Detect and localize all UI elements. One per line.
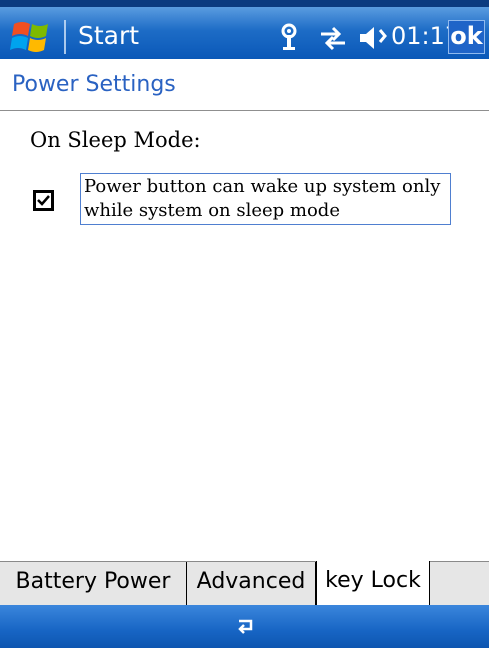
- title-bar: Start 01:17 ok: [0, 0, 489, 59]
- tab-strip: Battery Power Advanced key Lock: [0, 561, 489, 606]
- title-separator: [64, 20, 66, 54]
- speaker-icon[interactable]: [358, 24, 388, 52]
- wake-checkbox-label[interactable]: Power button can wake up system only whi…: [80, 173, 451, 225]
- tab-advanced[interactable]: Advanced: [187, 562, 316, 605]
- page-title: Power Settings: [12, 72, 176, 97]
- tab-battery-power[interactable]: Battery Power: [0, 562, 187, 605]
- section-label: On Sleep Mode:: [30, 128, 201, 152]
- tab-key-lock[interactable]: key Lock: [316, 561, 430, 606]
- menu-bar: [0, 605, 489, 648]
- input-panel-icon[interactable]: [235, 615, 257, 639]
- sync-arrows-icon[interactable]: [317, 24, 349, 52]
- ok-button[interactable]: ok: [448, 20, 485, 54]
- checkmark-icon: [37, 195, 50, 206]
- start-menu-label[interactable]: Start: [78, 18, 139, 54]
- title-divider: [0, 110, 489, 111]
- antenna-icon[interactable]: [276, 23, 302, 51]
- windows-flag-icon[interactable]: [10, 18, 54, 56]
- wake-checkbox[interactable]: [33, 190, 54, 211]
